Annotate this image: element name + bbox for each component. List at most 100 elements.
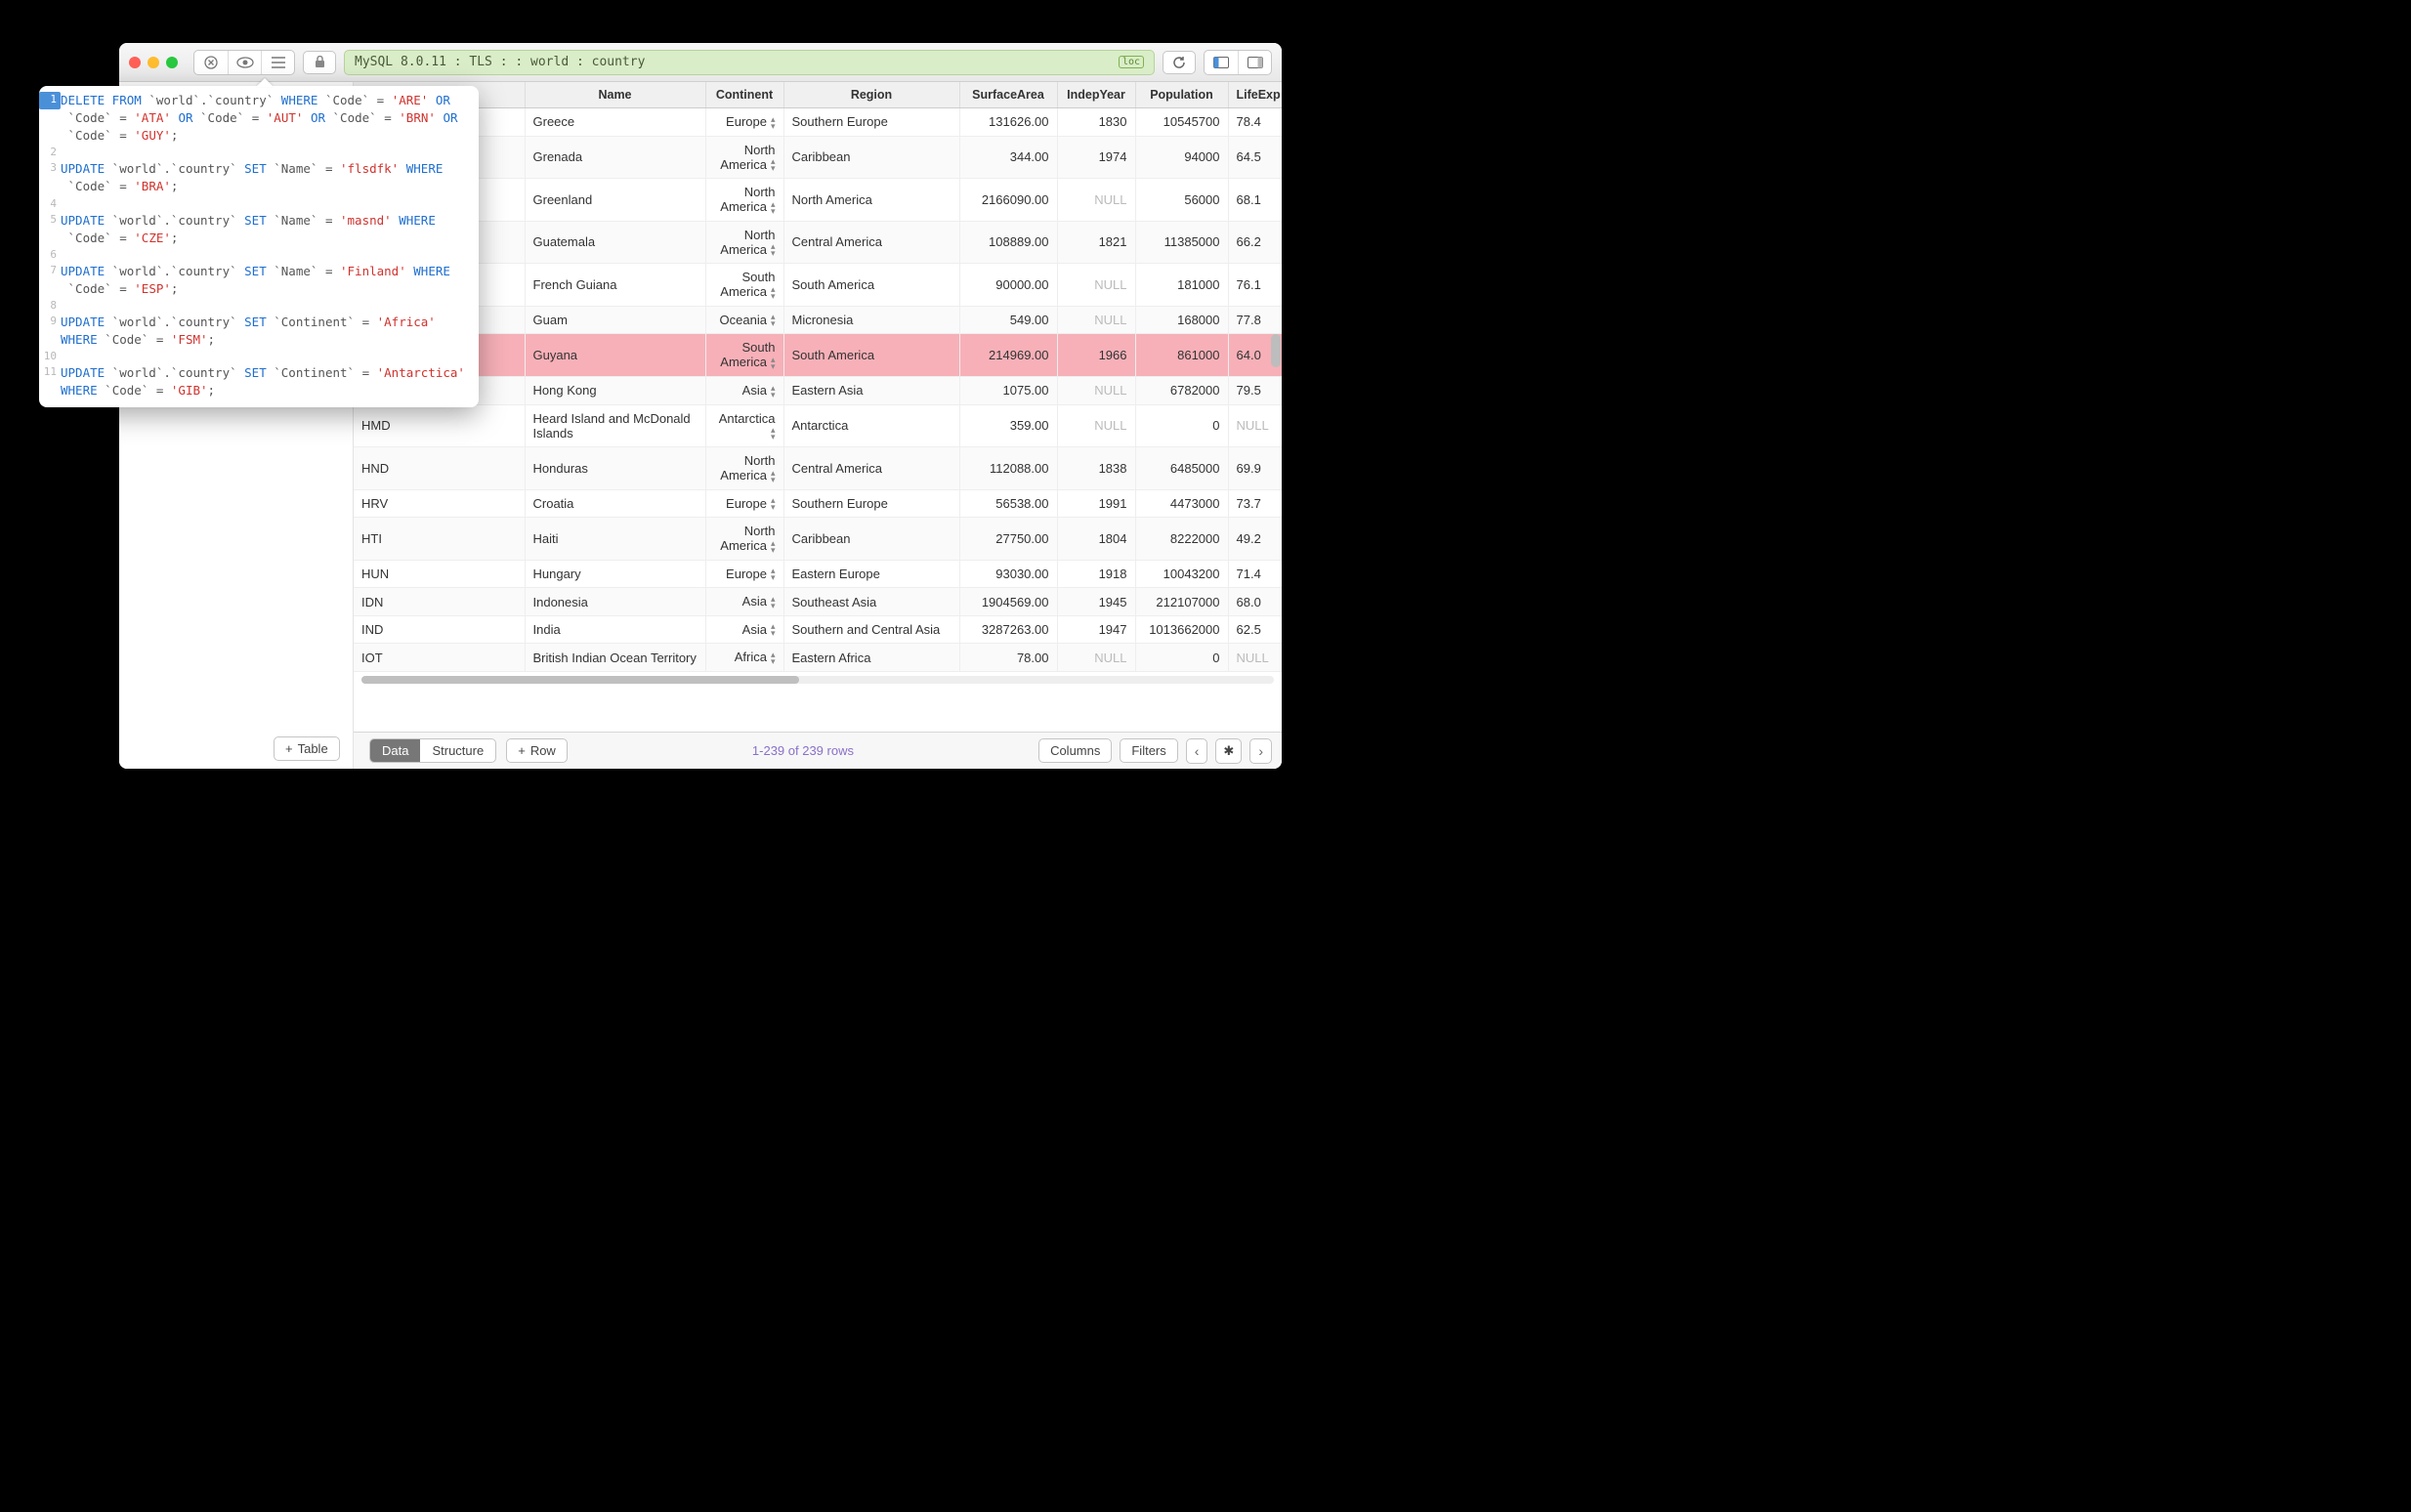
table-cell[interactable]: 11385000 [1135, 221, 1228, 264]
tab-structure[interactable]: Structure [420, 739, 495, 762]
columns-button[interactable]: Columns [1038, 738, 1112, 763]
table-cell[interactable]: Eastern Asia [783, 376, 959, 404]
table-row[interactable]: GreeceEurope▴▾Southern Europe131626.0018… [354, 108, 1282, 137]
table-cell[interactable]: Haiti [525, 518, 705, 561]
toggle-left-panel-icon[interactable] [1205, 51, 1238, 74]
table-cell[interactable]: 1830 [1057, 108, 1135, 137]
table-cell[interactable]: Grenada [525, 136, 705, 179]
table-cell[interactable]: Guam [525, 306, 705, 334]
table-cell[interactable]: 93030.00 [959, 560, 1057, 588]
cancel-icon[interactable] [194, 51, 228, 74]
table-cell[interactable]: Central America [783, 447, 959, 490]
table-cell[interactable]: Croatia [525, 489, 705, 518]
table-cell[interactable]: Southern and Central Asia [783, 615, 959, 644]
table-cell[interactable]: IDN [354, 588, 525, 616]
col-header-name[interactable]: Name [525, 82, 705, 108]
table-cell[interactable]: HTI [354, 518, 525, 561]
table-row[interactable]: HNDHondurasNorth America▴▾Central Americ… [354, 447, 1282, 490]
sql-code[interactable]: WHERE `Code` = 'GIB'; [61, 382, 225, 399]
table-cell[interactable]: Southern Europe [783, 108, 959, 137]
table-cell[interactable]: 549.00 [959, 306, 1057, 334]
table-scroll[interactable]: Name Continent Region SurfaceArea IndepY… [354, 82, 1282, 732]
table-cell[interactable]: 78.00 [959, 644, 1057, 672]
table-cell[interactable]: Asia▴▾ [705, 376, 783, 404]
table-cell[interactable]: NULL [1057, 644, 1135, 672]
table-cell[interactable]: 168000 [1135, 306, 1228, 334]
table-cell[interactable]: HRV [354, 489, 525, 518]
table-cell[interactable]: 181000 [1135, 264, 1228, 307]
table-cell[interactable]: North America▴▾ [705, 447, 783, 490]
sql-code[interactable]: UPDATE `world`.`country` SET `Continent`… [61, 364, 475, 382]
table-cell[interactable]: HUN [354, 560, 525, 588]
table-cell[interactable]: North America▴▾ [705, 136, 783, 179]
sql-code[interactable]: `Code` = 'BRA'; [61, 178, 188, 195]
table-row[interactable]: HMDHeard Island and McDonald IslandsAnta… [354, 404, 1282, 447]
table-cell[interactable]: Greece [525, 108, 705, 137]
tab-data[interactable]: Data [370, 739, 420, 762]
table-row[interactable]: HTIHaitiNorth America▴▾Caribbean27750.00… [354, 518, 1282, 561]
table-cell[interactable]: NULL [1057, 376, 1135, 404]
sql-code[interactable] [61, 298, 70, 314]
table-cell[interactable]: 0 [1135, 644, 1228, 672]
add-row-button[interactable]: + Row [506, 738, 568, 763]
table-cell[interactable]: British Indian Ocean Territory [525, 644, 705, 672]
sql-code[interactable]: `Code` = 'GUY'; [61, 127, 188, 145]
table-cell[interactable]: South America▴▾ [705, 264, 783, 307]
table-row[interactable]: GuamOceania▴▾Micronesia549.00NULL1680007… [354, 306, 1282, 334]
table-cell[interactable]: 212107000 [1135, 588, 1228, 616]
filters-button[interactable]: Filters [1120, 738, 1177, 763]
table-cell[interactable]: 108889.00 [959, 221, 1057, 264]
table-cell[interactable]: NULL [1057, 404, 1135, 447]
table-cell[interactable]: 1838 [1057, 447, 1135, 490]
table-row[interactable]: IOTBritish Indian Ocean TerritoryAfrica▴… [354, 644, 1282, 672]
table-cell[interactable]: 3287263.00 [959, 615, 1057, 644]
table-cell[interactable]: South America [783, 334, 959, 377]
table-cell[interactable]: Greenland [525, 179, 705, 222]
sql-code[interactable] [61, 145, 70, 160]
table-cell[interactable]: 10545700 [1135, 108, 1228, 137]
table-row[interactable]: IDNIndonesiaAsia▴▾Southeast Asia1904569.… [354, 588, 1282, 616]
table-cell[interactable]: Caribbean [783, 136, 959, 179]
table-cell[interactable]: 1945 [1057, 588, 1135, 616]
next-page-button[interactable]: › [1249, 738, 1272, 764]
table-cell[interactable]: 1991 [1057, 489, 1135, 518]
table-cell[interactable]: 6485000 [1135, 447, 1228, 490]
table-cell[interactable]: 90000.00 [959, 264, 1057, 307]
table-cell[interactable]: NULL [1057, 179, 1135, 222]
table-cell[interactable]: 56000 [1135, 179, 1228, 222]
preview-icon[interactable] [228, 51, 261, 74]
table-row[interactable]: HUNHungaryEurope▴▾Eastern Europe93030.00… [354, 560, 1282, 588]
sql-code[interactable] [61, 349, 70, 364]
table-cell[interactable]: North America [783, 179, 959, 222]
close-window-button[interactable] [129, 57, 141, 68]
table-cell[interactable]: 6782000 [1135, 376, 1228, 404]
table-cell[interactable]: South America▴▾ [705, 334, 783, 377]
table-cell[interactable]: North America▴▾ [705, 179, 783, 222]
table-row[interactable]: GrenadaNorth America▴▾Caribbean344.00197… [354, 136, 1282, 179]
table-row[interactable]: GuatemalaNorth America▴▾Central America1… [354, 221, 1282, 264]
table-row[interactable]: GreenlandNorth America▴▾North America216… [354, 179, 1282, 222]
table-row[interactable]: HRVCroatiaEurope▴▾Southern Europe56538.0… [354, 489, 1282, 518]
lock-icon[interactable] [303, 51, 336, 74]
table-cell[interactable]: Guatemala [525, 221, 705, 264]
table-cell[interactable]: Caribbean [783, 518, 959, 561]
table-cell[interactable]: 1904569.00 [959, 588, 1057, 616]
table-cell[interactable]: French Guiana [525, 264, 705, 307]
table-cell[interactable]: 1947 [1057, 615, 1135, 644]
maximize-window-button[interactable] [166, 57, 178, 68]
sql-code[interactable]: UPDATE `world`.`country` SET `Continent`… [61, 314, 445, 331]
sql-code[interactable] [61, 196, 70, 212]
table-cell[interactable]: Antarctica [783, 404, 959, 447]
table-cell[interactable]: 214969.00 [959, 334, 1057, 377]
minimize-window-button[interactable] [148, 57, 159, 68]
table-cell[interactable]: 359.00 [959, 404, 1057, 447]
table-cell[interactable]: 10043200 [1135, 560, 1228, 588]
table-cell[interactable]: Guyana [525, 334, 705, 377]
table-cell[interactable]: Indonesia [525, 588, 705, 616]
table-cell[interactable]: 1974 [1057, 136, 1135, 179]
sql-code[interactable]: DELETE FROM `world`.`country` WHERE `Cod… [61, 92, 460, 109]
table-cell[interactable]: 1966 [1057, 334, 1135, 377]
table-cell[interactable]: India [525, 615, 705, 644]
table-cell[interactable]: 1804 [1057, 518, 1135, 561]
table-cell[interactable]: HMD [354, 404, 525, 447]
